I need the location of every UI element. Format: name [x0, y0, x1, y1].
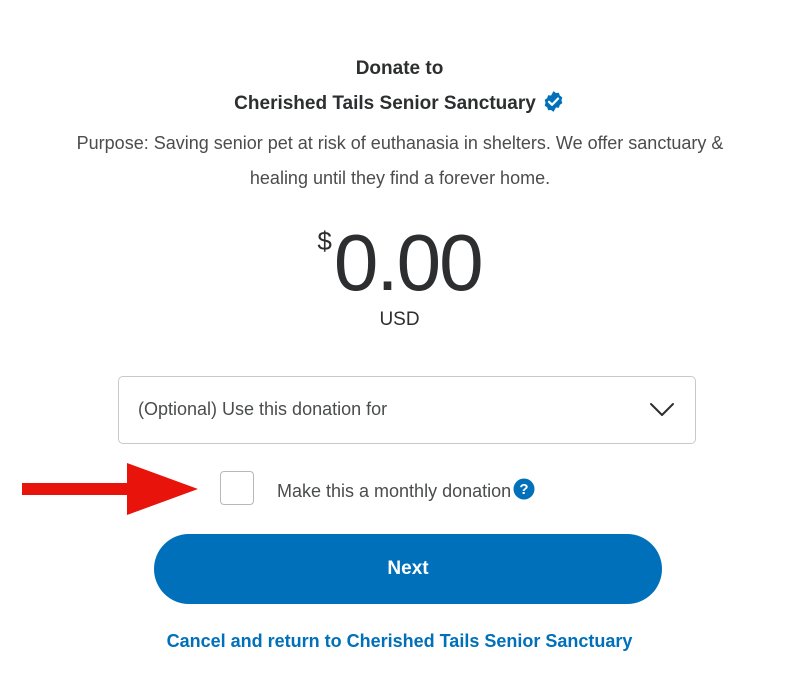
amount-value[interactable]: 0.00 — [334, 222, 484, 304]
donation-purpose-placeholder: (Optional) Use this donation for — [138, 399, 388, 419]
donate-to-heading: Donate to — [355, 58, 444, 79]
currency-code: USD — [379, 309, 420, 330]
verified-checkmark-icon — [542, 90, 565, 113]
chevron-down-icon — [649, 401, 675, 419]
red-arrow-icon — [20, 462, 200, 516]
organization-name: Cherished Tails Senior Sanctuary — [234, 93, 536, 114]
monthly-donation-row: Make this a monthly donation? — [277, 478, 535, 502]
monthly-donation-label[interactable]: Make this a monthly donation — [277, 481, 511, 501]
next-button[interactable]: Next — [154, 534, 662, 604]
svg-text:?: ? — [520, 481, 529, 498]
monthly-donation-checkbox[interactable] — [220, 471, 254, 505]
cancel-return-link[interactable]: Cancel and return to Cherished Tails Sen… — [0, 631, 799, 652]
donation-purpose-select[interactable]: (Optional) Use this donation for — [118, 376, 696, 444]
organization-name-row: Cherished Tails Senior Sanctuary — [0, 90, 799, 115]
purpose-text: Purpose: Saving senior pet at risk of eu… — [76, 133, 724, 188]
donation-page: Donate to Cherished Tails Senior Sanctua… — [0, 0, 799, 698]
question-circle-icon[interactable]: ? — [513, 478, 535, 500]
currency-symbol: $ — [317, 226, 332, 256]
amount-display: $0.00 — [0, 222, 799, 304]
